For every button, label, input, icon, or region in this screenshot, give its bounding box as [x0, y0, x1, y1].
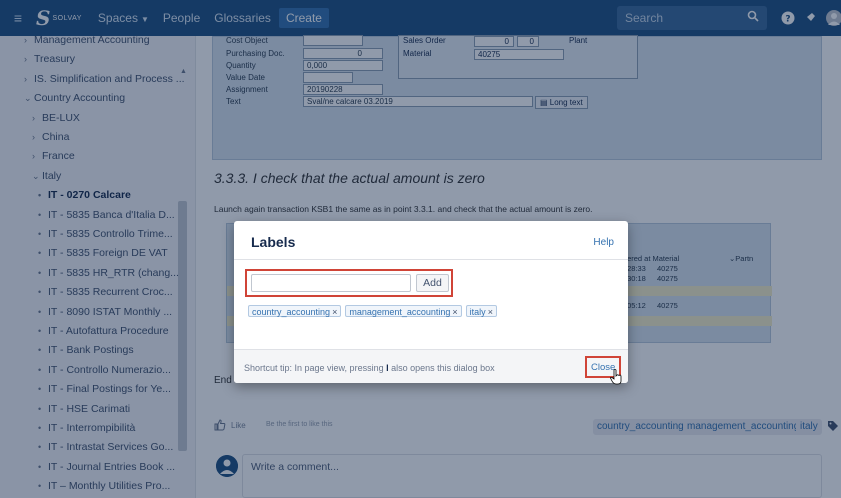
label-chip-management-accounting[interactable]: management_accounting ×	[345, 305, 462, 317]
help-link[interactable]: Help	[593, 237, 614, 248]
label-list: country_accounting × management_accountin…	[248, 305, 501, 317]
shortcut-tip: Shortcut tip: In page view, pressing l a…	[244, 363, 495, 373]
highlight-box: Add	[245, 269, 453, 297]
label-chip-text: country_accounting	[252, 307, 331, 317]
dialog-footer: Shortcut tip: In page view, pressing l a…	[234, 350, 628, 383]
add-label-button[interactable]: Add	[416, 274, 449, 292]
dialog-title: Labels	[251, 234, 296, 250]
tip-prefix: Shortcut tip: In page view, pressing	[244, 363, 387, 373]
divider	[234, 259, 628, 260]
label-chip-country-accounting[interactable]: country_accounting ×	[248, 305, 342, 317]
label-chip-italy[interactable]: italy ×	[465, 305, 497, 317]
label-chip-text: management_accounting	[349, 307, 451, 317]
remove-label-icon[interactable]: ×	[332, 307, 337, 317]
hand-cursor-icon	[610, 369, 622, 385]
tip-suffix: also opens this dialog box	[388, 363, 495, 373]
label-chip-text: italy	[469, 307, 486, 317]
remove-label-icon[interactable]: ×	[452, 307, 457, 317]
label-input[interactable]	[251, 274, 411, 292]
remove-label-icon[interactable]: ×	[488, 307, 493, 317]
labels-dialog: Labels Help Add country_accounting × mana…	[234, 221, 628, 385]
